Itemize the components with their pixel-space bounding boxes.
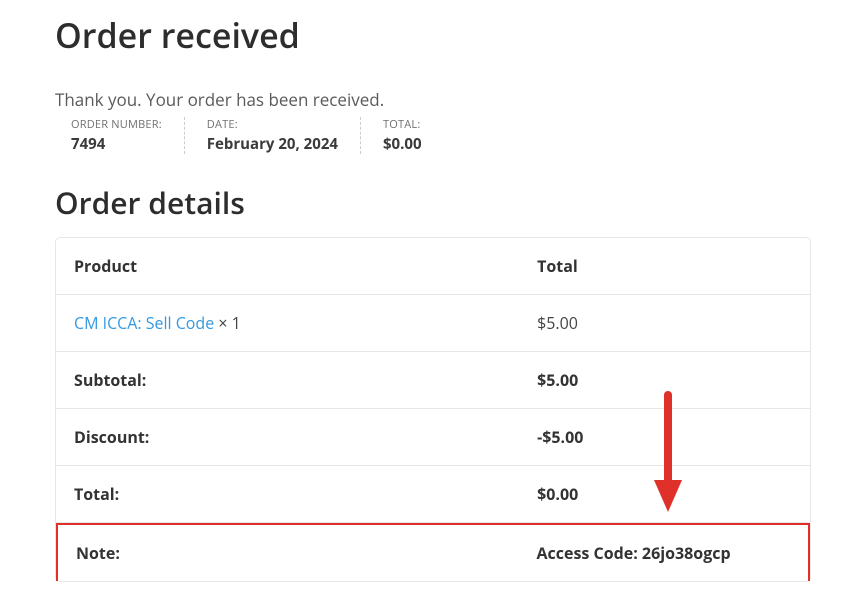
discount-value: -$5.00 — [537, 426, 792, 448]
subtotal-label: Subtotal: — [74, 369, 537, 391]
product-total: $5.00 — [537, 312, 792, 334]
order-date-block: DATE: February 20, 2024 — [207, 117, 361, 154]
order-number-label: ORDER NUMBER: — [71, 117, 162, 132]
total-label: Total: — [74, 483, 537, 505]
note-label: Note: — [76, 542, 537, 564]
discount-row: Discount: -$5.00 — [56, 409, 810, 466]
total-row: Total: $0.00 — [56, 466, 810, 523]
order-total-value: $0.00 — [383, 134, 422, 154]
order-number-value: 7494 — [71, 134, 162, 154]
order-details-table: Product Total CM ICCA: Sell Code × 1 $5.… — [55, 237, 811, 582]
table-header-row: Product Total — [56, 238, 810, 295]
order-number-block: ORDER NUMBER: 7494 — [71, 117, 185, 154]
order-total-label: TOTAL: — [383, 117, 422, 132]
product-row: CM ICCA: Sell Code × 1 $5.00 — [56, 295, 810, 352]
page-title: Order received — [55, 12, 811, 58]
header-product: Product — [74, 255, 537, 277]
thank-you-text: Thank you. Your order has been received. — [55, 88, 811, 111]
discount-label: Discount: — [74, 426, 537, 448]
order-date-value: February 20, 2024 — [207, 134, 338, 154]
subtotal-value: $5.00 — [537, 369, 792, 391]
order-total-block: TOTAL: $0.00 — [383, 117, 444, 154]
subtotal-row: Subtotal: $5.00 — [56, 352, 810, 409]
product-qty: × 1 — [218, 312, 240, 334]
order-date-label: DATE: — [207, 117, 338, 132]
header-total: Total — [537, 255, 792, 277]
product-cell: CM ICCA: Sell Code × 1 — [74, 312, 537, 334]
total-value: $0.00 — [537, 483, 792, 505]
order-details-heading: Order details — [55, 182, 811, 223]
note-value: Access Code: 26jo38ogcp — [537, 542, 790, 564]
order-meta-row: ORDER NUMBER: 7494 DATE: February 20, 20… — [71, 117, 811, 154]
note-row: Note: Access Code: 26jo38ogcp — [56, 523, 810, 581]
product-link[interactable]: CM ICCA: Sell Code — [74, 312, 214, 334]
